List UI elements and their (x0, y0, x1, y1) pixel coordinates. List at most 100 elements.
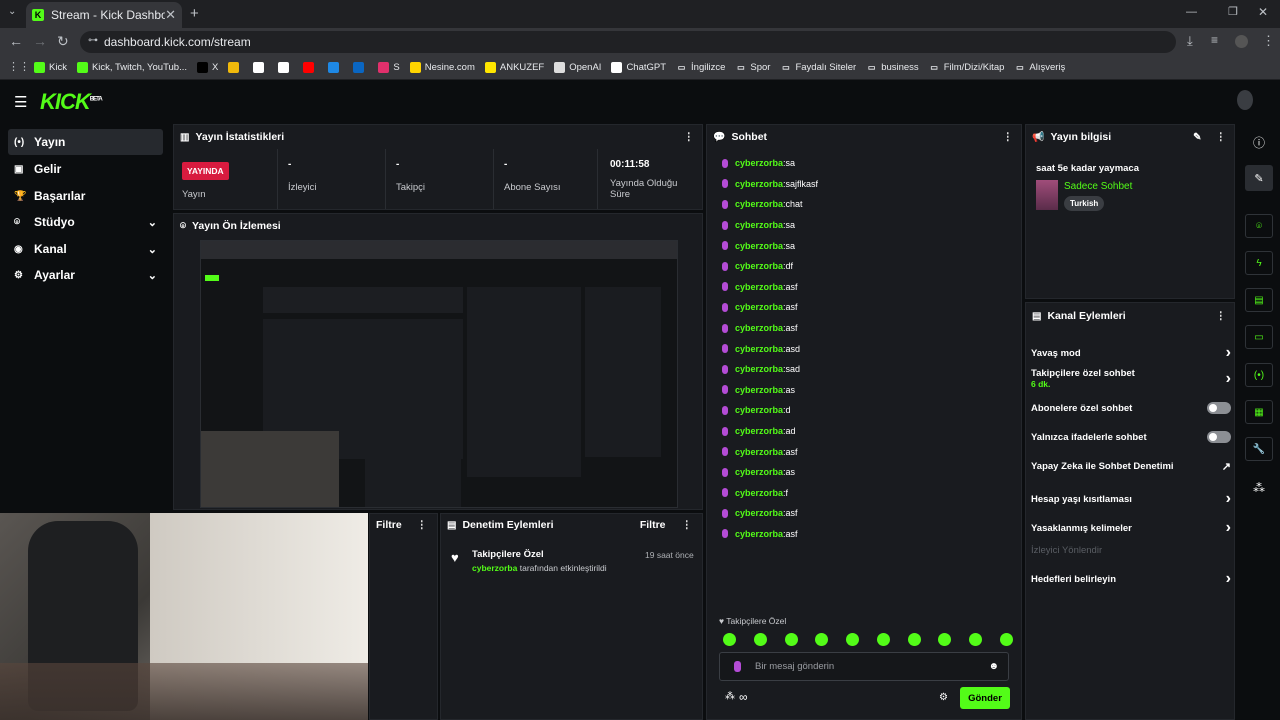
chat-username[interactable]: cyberzorba (735, 220, 783, 230)
chat-username[interactable]: cyberzorba (735, 385, 783, 395)
points-icon[interactable]: ⁂ (725, 691, 735, 702)
infinity-icon[interactable]: ∞ (739, 690, 748, 704)
stream-preview-video[interactable] (200, 240, 678, 508)
browser-menu-icon[interactable]: ⋮ (1262, 33, 1275, 49)
bookmark-item[interactable]: Kick (34, 62, 67, 73)
bookmark-item[interactable]: ▭ business (866, 62, 919, 73)
toggle-switch[interactable] (1207, 402, 1231, 414)
reload-icon[interactable]: ↻ (57, 33, 69, 50)
chevron-right-icon[interactable]: › (1226, 344, 1231, 362)
chat-menu-icon[interactable]: ⋮ (1003, 131, 1014, 143)
chevron-right-icon[interactable]: › (1226, 570, 1231, 588)
chat-username[interactable]: cyberzorba (735, 261, 783, 271)
bookmark-item[interactable]: OpenAI (554, 62, 601, 73)
bookmark-item[interactable]: ▭ İngilizce (676, 62, 726, 73)
bookmark-item[interactable]: ▭ Alışveriş (1014, 62, 1065, 73)
chat-username[interactable]: cyberzorba (735, 282, 783, 292)
send-button[interactable]: Gönder (960, 687, 1010, 709)
apps-grid-icon[interactable]: ⋮⋮ (8, 60, 30, 73)
emoji-picker-icon[interactable]: ☻ (988, 661, 999, 672)
bookmark-item[interactable] (303, 62, 318, 73)
external-link-icon[interactable]: ↗ (1222, 460, 1231, 473)
bookmark-item[interactable]: S (378, 62, 400, 73)
bookmark-item[interactable]: X (197, 62, 218, 73)
bookmark-item[interactable] (328, 62, 343, 73)
bookmark-item[interactable]: Kick, Twitch, YouTub... (76, 62, 187, 73)
rb-document-icon[interactable]: ▤ (1245, 288, 1273, 312)
chevron-right-icon[interactable]: › (1226, 370, 1231, 388)
bookmark-item[interactable]: ▭ Spor (735, 62, 770, 73)
back-icon[interactable]: ← (9, 33, 23, 49)
emote-icon[interactable] (938, 633, 952, 646)
forward-icon[interactable]: → (33, 33, 47, 49)
filter-menu-icon[interactable]: ⋮ (417, 519, 428, 531)
emote-icon[interactable] (815, 633, 829, 646)
category-link[interactable]: Sadece Sohbet (1064, 181, 1132, 192)
channel-action-item[interactable]: Yapay Zeka ile Sohbet Denetimi ↗ (1031, 460, 1231, 473)
chat-username[interactable]: cyberzorba (735, 179, 783, 189)
bookmark-item[interactable] (353, 62, 368, 73)
user-avatar[interactable] (1237, 90, 1253, 110)
emote-icon[interactable] (907, 633, 921, 646)
rb-broadcast-icon[interactable]: (•) (1245, 363, 1273, 387)
chat-username[interactable]: cyberzorba (735, 364, 783, 374)
bookmark-item[interactable]: ▭ Faydalı Siteler (780, 62, 856, 73)
browser-tab[interactable]: K Stream - Kick Dashboard ✕ (26, 2, 182, 28)
emote-icon[interactable] (969, 633, 983, 646)
channel-action-item[interactable]: Yasaklanmış kelimeler › (1031, 519, 1231, 537)
chat-username[interactable]: cyberzorba (735, 344, 783, 354)
chat-username[interactable]: cyberzorba (735, 405, 783, 415)
rb-lightning-icon[interactable]: ϟ (1245, 251, 1273, 275)
emote-icon[interactable] (846, 633, 860, 646)
nav-item-yayın[interactable]: (•) Yayın (8, 129, 163, 155)
chevron-right-icon[interactable]: › (1226, 519, 1231, 537)
emote-icon[interactable] (753, 633, 767, 646)
channel-action-item[interactable]: Takipçilere özel sohbet 6 dk. › (1031, 368, 1231, 389)
chevron-right-icon[interactable]: › (1226, 490, 1231, 508)
tab-close-icon[interactable]: ✕ (165, 7, 176, 23)
emote-icon[interactable] (876, 633, 890, 646)
category-thumbnail[interactable] (1036, 180, 1058, 210)
download-icon[interactable]: ⤓ (1187, 33, 1193, 49)
rb-camera-icon[interactable]: ⌾ (1245, 214, 1273, 238)
new-tab-icon[interactable]: + (190, 5, 199, 22)
chat-username[interactable]: cyberzorba (735, 426, 783, 436)
bookmark-item[interactable] (228, 62, 243, 73)
chat-username[interactable]: cyberzorba (735, 508, 783, 518)
tab-search-icon[interactable]: ⌄ (8, 6, 16, 17)
chat-username[interactable]: cyberzorba (735, 199, 783, 209)
chat-username[interactable]: cyberzorba (735, 529, 783, 539)
bookmark-item[interactable]: ▭ Film/Dizi/Kitap (929, 62, 1004, 73)
site-info-icon[interactable]: ⊶ (88, 35, 98, 46)
nav-item-stüdyo[interactable]: ⌾ Stüdyo ⌄ (8, 209, 163, 235)
channel-action-item[interactable]: Hesap yaşı kısıtlaması › (1031, 490, 1231, 508)
emote-icon[interactable] (999, 633, 1013, 646)
moderation-menu-icon[interactable]: ⋮ (682, 519, 693, 531)
media-icon[interactable]: ≡ (1211, 33, 1218, 47)
chat-username[interactable]: cyberzorba (735, 241, 783, 251)
edit-layout-icon[interactable]: ✎ (1245, 165, 1273, 191)
nav-item-gelir[interactable]: ▣ Gelir (8, 156, 163, 182)
chat-username[interactable]: cyberzorba (735, 323, 783, 333)
mod-entry-user[interactable]: cyberzorba (472, 563, 517, 573)
chat-username[interactable]: cyberzorba (735, 467, 783, 477)
info-icon[interactable]: ⓘ (1253, 134, 1265, 151)
chat-settings-icon[interactable]: ⚙ (939, 692, 948, 703)
nav-item-başarılar[interactable]: 🏆 Başarılar (8, 183, 163, 209)
rb-layout-icon[interactable]: ▦ (1245, 400, 1273, 424)
toggle-switch[interactable] (1207, 431, 1231, 443)
window-close-icon[interactable]: ✕ (1258, 5, 1268, 19)
chat-username[interactable]: cyberzorba (735, 488, 783, 498)
bookmark-item[interactable]: ChatGPT (611, 62, 666, 73)
rb-points-icon[interactable]: ⁂ (1253, 481, 1265, 495)
channel-action-item[interactable]: Abonelere özel sohbet (1031, 402, 1231, 414)
profile-avatar[interactable] (1235, 35, 1248, 48)
edit-pencil-icon[interactable]: ✎ (1193, 132, 1201, 143)
minimize-icon[interactable]: — (1186, 6, 1197, 18)
chat-username[interactable]: cyberzorba (735, 447, 783, 457)
bookmark-item[interactable] (253, 62, 268, 73)
chat-username[interactable]: cyberzorba (735, 158, 783, 168)
channel-action-item[interactable]: Yalnızca ifadelerle sohbet (1031, 431, 1231, 443)
bookmark-item[interactable] (278, 62, 293, 73)
channel-action-item[interactable]: Yavaş mod › (1031, 344, 1231, 362)
